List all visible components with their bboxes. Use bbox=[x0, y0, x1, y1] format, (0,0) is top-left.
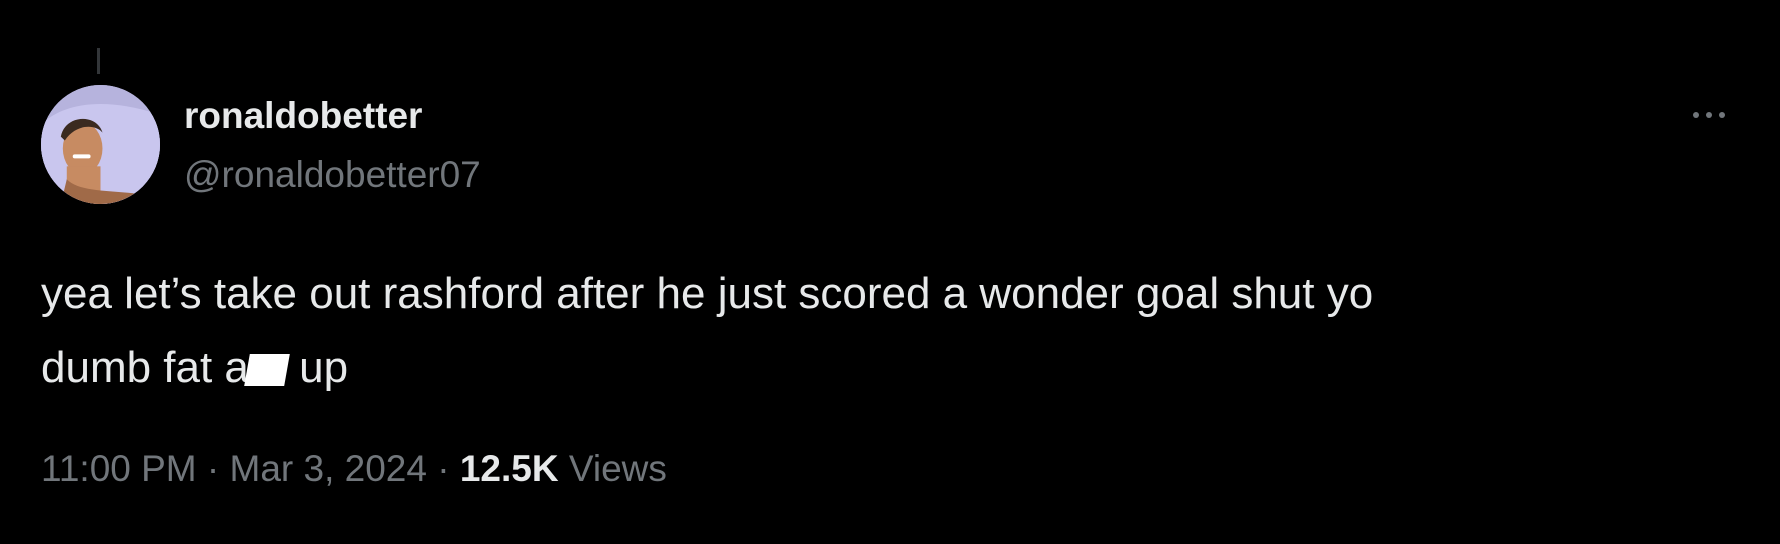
censor-box bbox=[244, 354, 290, 386]
views-count[interactable]: 12.5K bbox=[460, 448, 559, 489]
views-label: Views bbox=[558, 448, 667, 489]
tweet-time[interactable]: 11:00 PM bbox=[41, 448, 197, 489]
tweet-text-line: dumb fat a up bbox=[41, 331, 1721, 405]
more-horizontal-icon-dot bbox=[1719, 112, 1725, 118]
tweet-text: yea let’s take out rashford after he jus… bbox=[41, 257, 1721, 405]
avatar[interactable] bbox=[41, 85, 160, 204]
tweet-text-segment: up bbox=[286, 343, 349, 392]
tweet-date[interactable]: Mar 3, 2024 bbox=[230, 448, 427, 489]
more-horizontal-icon-dot bbox=[1706, 112, 1712, 118]
meta-separator: · bbox=[196, 448, 230, 489]
tweet-metadata: 11:00 PM · Mar 3, 2024 · 12.5K Views bbox=[41, 446, 667, 492]
author-handle[interactable]: @ronaldobetter07 bbox=[184, 152, 481, 198]
more-horizontal-icon bbox=[1693, 112, 1699, 118]
user-avatar-image bbox=[41, 85, 160, 204]
author-display-name[interactable]: ronaldobetter bbox=[184, 93, 422, 139]
meta-separator: · bbox=[426, 448, 460, 489]
tweet-text-line: yea let’s take out rashford after he jus… bbox=[41, 269, 1374, 318]
more-options-button[interactable] bbox=[1682, 100, 1736, 130]
tweet-text-segment: dumb fat a bbox=[41, 343, 249, 392]
thread-connector-line bbox=[97, 48, 100, 74]
